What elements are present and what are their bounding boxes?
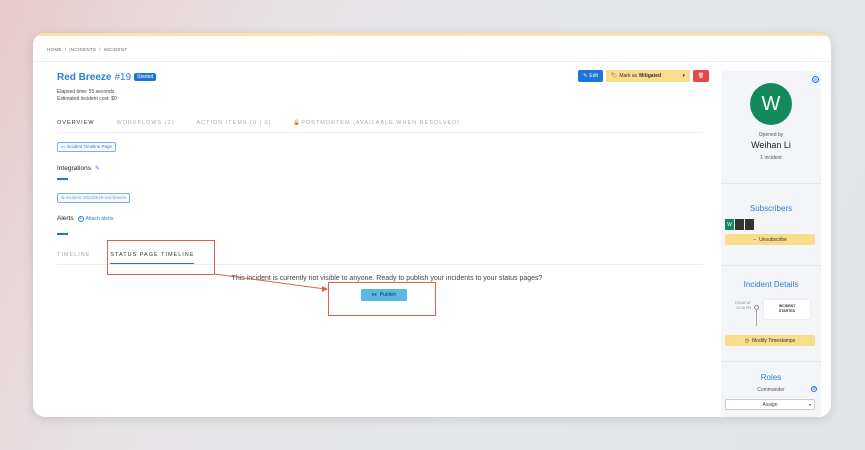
delete-button[interactable]: 🗑 — [693, 70, 709, 82]
tab-overview[interactable]: OVERVIEW — [57, 120, 95, 126]
breadcrumb-incident: INCIDENT — [103, 47, 128, 52]
alerts-heading: Alerts + Attach alerts — [57, 215, 114, 222]
avatar: W — [750, 83, 792, 125]
incident-timeline-page-link[interactable]: ▭ Incident Timeline Page — [57, 142, 117, 152]
alerts-underline — [57, 233, 68, 235]
incident-number: #19 — [114, 72, 132, 83]
subscriber-avatar[interactable]: W — [725, 219, 734, 230]
incident-details-title: Incident Details — [743, 280, 799, 289]
mark-as-mitigated-button[interactable]: 🏷 Mark as Mitigated ▾ — [606, 70, 690, 82]
role-commander-label: Commander — [757, 387, 785, 393]
roles-title: Roles — [760, 373, 782, 382]
subscribers-title: Subscribers — [749, 204, 793, 213]
user-name[interactable]: Weihan Li — [721, 140, 821, 150]
highlight-box-tab — [107, 240, 215, 275]
incident-title: Red Breeze #19 Started — [57, 72, 157, 83]
incident-name: Red Breeze — [57, 72, 112, 83]
tab-action-items[interactable]: ACTION ITEMS (0 | 0) — [196, 120, 271, 126]
slack-icon: ⊕ — [61, 195, 65, 200]
caret-down-icon: ▾ — [808, 402, 811, 407]
trash-icon: 🗑 — [697, 73, 705, 79]
modify-timestamps-button[interactable]: ◷ Modify Timestamps — [725, 335, 815, 346]
timeline-event-card: INCIDENT STARTED — [764, 300, 810, 319]
subscriber-avatar[interactable] — [735, 219, 744, 230]
sidebar-settings-icon[interactable]: ⚙ — [812, 76, 819, 83]
link-icon: ▭ — [61, 144, 66, 149]
timeline-timestamp: TODAY AT 12:18 PM — [734, 301, 751, 310]
assign-select[interactable]: Assign ▾ — [725, 399, 815, 410]
elapsed-time: Elapsed time: 55 seconds — [57, 89, 115, 95]
topbar-divider — [33, 61, 831, 62]
breadcrumb: HOME / INCIDENTS / INCIDENT — [47, 47, 128, 52]
breadcrumb-home[interactable]: HOME — [47, 47, 62, 52]
minus-icon: − — [753, 236, 757, 243]
sidebar-divider — [721, 361, 821, 362]
clock-icon: ◷ — [744, 337, 750, 344]
app-window: HOME / INCIDENTS / INCIDENT Red Breeze #… — [33, 33, 831, 417]
incident-tabs: OVERVIEW WORKFLOWS (2) ACTION ITEMS (0 |… — [57, 120, 460, 126]
caret-down-icon: ▾ — [682, 73, 685, 79]
integrations-heading: Integrations ✎ — [57, 165, 100, 172]
subscriber-avatars: W — [725, 219, 754, 230]
tag-icon: 🏷 — [611, 73, 618, 79]
incident-count: 1 incident — [760, 155, 782, 161]
edit-icon: ✎ — [583, 73, 588, 79]
sidebar-divider — [721, 265, 821, 266]
tab-timeline[interactable]: TIMELINE — [57, 252, 90, 264]
incident-actions: ✎ Edit 🏷 Mark as Mitigated ▾ 🗑 — [578, 70, 709, 82]
sidebar-divider — [721, 183, 821, 184]
subscriber-avatar[interactable] — [745, 219, 754, 230]
highlight-box-publish — [328, 282, 436, 316]
integration-chip[interactable]: ⊕ incident-20220819-red-breeze — [57, 193, 131, 203]
estimated-cost: Estimated incident cost: $0 — [57, 96, 117, 102]
status-page-notice: This incident is currently not visible t… — [231, 275, 543, 282]
tab-workflows[interactable]: WORKFLOWS (2) — [117, 120, 175, 126]
opened-by-label: Opened by — [758, 132, 784, 138]
unsubscribe-button[interactable]: − Unsubscribe — [725, 234, 815, 245]
timeline-line — [756, 310, 757, 326]
breadcrumb-incidents[interactable]: INCIDENTS — [69, 47, 96, 52]
incident-sidebar: ⚙ W Opened by Weihan Li 1 incident Subsc… — [721, 71, 821, 417]
attach-alerts-link[interactable]: + Attach alerts — [77, 215, 113, 222]
tabs-divider — [57, 132, 703, 133]
role-settings-icon[interactable]: ⚙ — [811, 386, 817, 392]
plus-circle-icon: + — [77, 215, 84, 222]
edit-button[interactable]: ✎ Edit — [578, 70, 603, 82]
status-badge: Started — [134, 73, 157, 81]
edit-integrations-icon[interactable]: ✎ — [95, 165, 100, 172]
integrations-underline — [57, 178, 68, 180]
tab-postmortem[interactable]: 🔒POSTMORTEM (AVAILABLE WHEN RESOLVED) — [293, 120, 460, 126]
